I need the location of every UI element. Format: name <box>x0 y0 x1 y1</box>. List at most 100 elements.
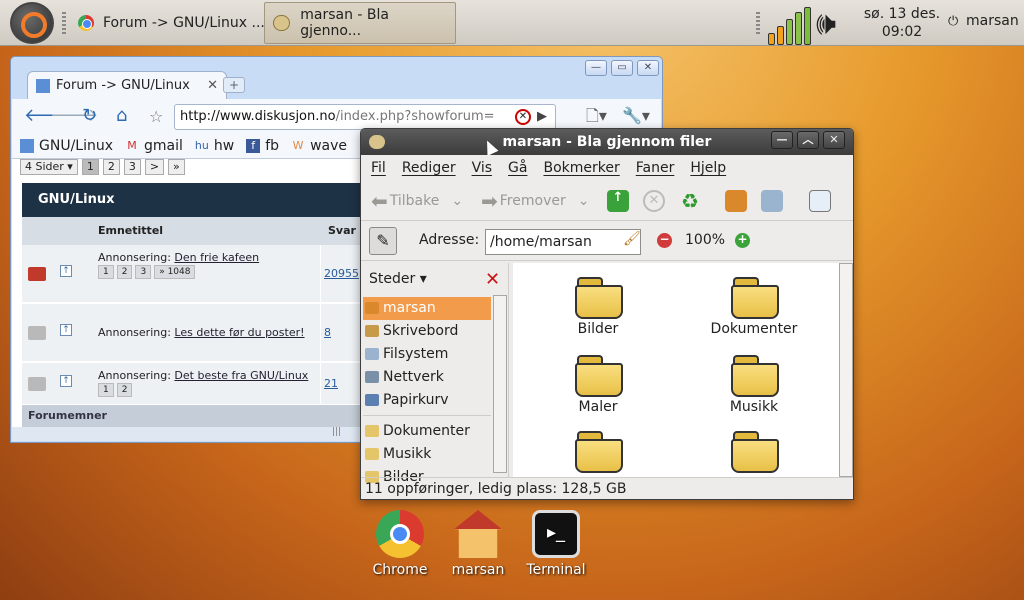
menu-view[interactable]: Vis <box>472 160 492 176</box>
up-icon[interactable]: ↑ <box>607 190 629 212</box>
home-folder-icon <box>454 510 502 558</box>
folder-item[interactable]: Dokumenter <box>679 269 829 337</box>
menu-bookmarks[interactable]: Bokmerker <box>543 160 619 176</box>
edit-location-icon[interactable]: ✎ <box>369 227 397 255</box>
sidebar-item-network[interactable]: Nettverk <box>363 366 491 389</box>
maximize-button[interactable]: ▭ <box>611 60 633 76</box>
file-manager-icon <box>369 135 385 149</box>
menu-help[interactable]: Hjelp <box>690 160 726 176</box>
sidebar-item-desktop[interactable]: Skrivebord <box>363 320 491 343</box>
zoom-level[interactable]: 100% <box>685 232 725 248</box>
title-bar[interactable]: marsan - Bla gjennom filer — ︿ ✕ <box>361 129 853 155</box>
back-button[interactable]: ⬅ Tilbake ⌄ <box>371 189 463 213</box>
page-menu-icon[interactable]: 🗋▾ <box>586 105 607 127</box>
forward-button[interactable]: ➡ Fremover ⌄ <box>481 189 589 213</box>
pagination: 4 Sider ▾ 1 2 3 > » <box>20 159 189 175</box>
taskbar-label: marsan - Bla gjenno... <box>300 7 389 39</box>
clock[interactable]: sø. 13 des. 09:02 <box>862 5 942 41</box>
location-input[interactable]: /home/marsan <box>485 229 641 255</box>
location-bar: ✎ Adresse: /home/marsan 🖌 − 100% + <box>361 221 853 261</box>
file-view-scrollbar[interactable] <box>839 263 853 477</box>
reload-icon[interactable]: ♻ <box>679 190 701 212</box>
window-title: marsan - Bla gjennom filer <box>502 134 712 150</box>
folder-item[interactable]: Musikk <box>679 347 829 415</box>
computer-icon[interactable] <box>761 190 783 212</box>
close-sidebar-icon[interactable]: ✕ <box>485 269 500 290</box>
zoom-out-icon[interactable]: − <box>657 233 672 248</box>
topic-pages: 1 2 3» 1048 <box>98 265 198 279</box>
reply-count[interactable]: 21 <box>324 377 338 390</box>
new-tab-button[interactable]: + <box>223 77 245 93</box>
tab-close-icon[interactable]: ✕ <box>207 78 218 93</box>
back-history-icon[interactable]: ⌄ <box>451 193 463 209</box>
clock-date: sø. 13 des. <box>863 6 941 22</box>
close-button[interactable]: ✕ <box>823 131 845 149</box>
minimize-button[interactable]: — <box>771 131 793 149</box>
sidebar-scrollbar[interactable] <box>493 295 507 473</box>
minimize-button[interactable]: — <box>585 60 607 76</box>
menu-tabs[interactable]: Faner <box>636 160 675 176</box>
bookmark-icon <box>20 138 34 153</box>
search-icon[interactable] <box>809 190 831 212</box>
bookmark-hw[interactable]: hu hw <box>195 138 234 154</box>
taskbar-item-chrome[interactable]: Forum -> GNU/Linux ... <box>70 2 273 44</box>
menu-file[interactable]: Fil <box>371 160 386 176</box>
address-bar[interactable]: ☆ http://www.diskusjon.no/index.php?show… <box>149 104 556 130</box>
close-button[interactable]: ✕ <box>637 60 659 76</box>
browser-tab[interactable]: Forum -> GNU/Linux ✕ <box>27 71 227 99</box>
page-next[interactable]: > <box>144 159 165 175</box>
sidebar-item-documents[interactable]: Dokumenter <box>363 420 491 443</box>
reply-count[interactable]: 8 <box>324 326 331 339</box>
folder-item[interactable] <box>523 423 673 475</box>
reply-count[interactable]: 20955 <box>324 267 359 280</box>
page-link[interactable]: 1 <box>81 159 99 175</box>
bookmark-gnulinux[interactable]: GNU/Linux <box>20 138 113 154</box>
sidebar-selector[interactable]: Steder ▾ <box>369 271 427 287</box>
taskbar-label: Forum -> GNU/Linux ... <box>103 15 265 31</box>
desktop-icon-home[interactable]: marsan <box>440 510 516 578</box>
menu-go[interactable]: Gå <box>508 160 527 176</box>
page-last[interactable]: » <box>168 159 185 175</box>
col-replies[interactable]: Svar <box>328 217 356 245</box>
wrench-menu-icon[interactable]: 🔧▾ <box>622 105 650 127</box>
blocked-plugin-icon[interactable]: ✕ <box>515 109 531 125</box>
forward-arrow-icon: ➡ <box>481 189 498 213</box>
sidebar-item-filesystem[interactable]: Filsystem <box>363 343 491 366</box>
folder-icon <box>731 353 779 397</box>
maximize-button[interactable]: ︿ <box>797 131 819 149</box>
desktop-icon-terminal[interactable]: ▸_ Terminal <box>518 510 594 578</box>
pages-dropdown[interactable]: 4 Sider ▾ <box>20 159 78 175</box>
bookmark-wave[interactable]: Wwave <box>291 138 347 154</box>
stop-icon[interactable]: ✕ <box>643 190 665 212</box>
menu-edit[interactable]: Rediger <box>402 160 456 176</box>
desktop-icon-chrome[interactable]: Chrome <box>362 510 438 578</box>
col-topic[interactable]: Emnetittel <box>98 217 163 245</box>
zoom-in-icon[interactable]: + <box>735 233 750 248</box>
sidebar-item-marsan[interactable]: marsan <box>363 297 491 320</box>
sidebar-item-trash[interactable]: Papirkurv <box>363 389 491 412</box>
go-icon[interactable]: ▶ <box>537 105 547 129</box>
pinned-icon: ↑ <box>60 324 72 336</box>
folder-item[interactable]: Maler <box>523 347 673 415</box>
file-manager-window: marsan - Bla gjennom filer — ︿ ✕ Fil Red… <box>360 128 854 500</box>
page-link[interactable]: 2 <box>102 159 120 175</box>
folder-item[interactable]: Bilder <box>523 269 673 337</box>
page-link[interactable]: 3 <box>123 159 141 175</box>
clear-icon[interactable]: 🖌 <box>623 231 641 247</box>
ubuntu-menu-icon[interactable] <box>10 2 54 44</box>
home-icon[interactable] <box>725 190 747 212</box>
folder-item[interactable] <box>679 423 829 475</box>
forward-history-icon[interactable]: ⌄ <box>578 193 590 209</box>
bookmark-fb[interactable]: f fb <box>246 138 279 154</box>
volume-icon[interactable]: 🕪 <box>816 4 836 42</box>
folder-icon <box>575 275 623 319</box>
network-signal-icon[interactable] <box>768 7 812 45</box>
reload-icon[interactable]: ↻ <box>82 105 97 127</box>
taskbar-item-nautilus[interactable]: marsan - Bla gjenno... <box>264 2 456 44</box>
toolbar: ⬅ Tilbake ⌄ ➡ Fremover ⌄ ↑ ✕ ♻ <box>361 181 853 221</box>
sidebar-item-music[interactable]: Musikk <box>363 443 491 466</box>
home-icon[interactable]: ⌂ <box>116 105 127 127</box>
user-menu[interactable]: marsan <box>966 13 1019 29</box>
bookmark-star-icon[interactable]: ☆ <box>149 105 163 129</box>
bookmark-gmail[interactable]: Mgmail <box>125 138 183 154</box>
